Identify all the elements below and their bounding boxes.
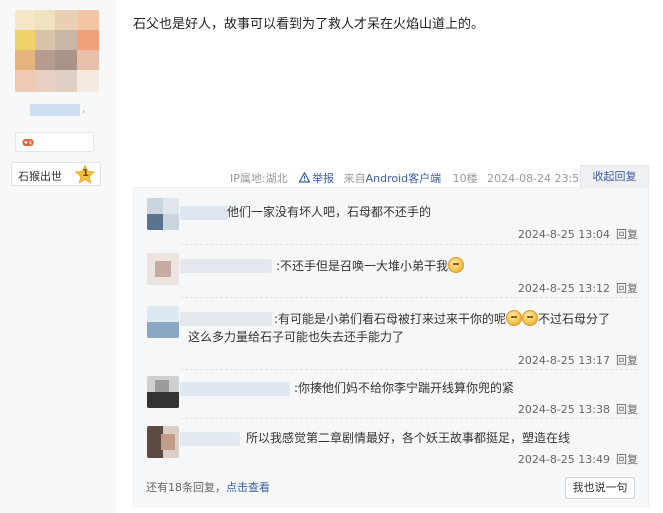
reply-time: 2024-8-25 13:12 — [517, 282, 610, 295]
reply-text: :不还手但是召唤一大堆小弟干我 — [276, 259, 449, 273]
reply-text-line: :不还手但是召唤一大堆小弟干我 — [276, 257, 465, 275]
reply-button[interactable]: 回复 — [616, 453, 638, 466]
add-reply-button[interactable]: 我也说一句 — [565, 477, 635, 499]
reply-username[interactable] — [180, 259, 272, 273]
more-replies: 还有18条回复，点击查看 — [146, 479, 270, 495]
reply-meta: 2024-8-25 13:38 回复 — [518, 401, 638, 417]
reply-avatar[interactable] — [147, 253, 179, 285]
reply-text: :有可能是小弟们看石母被打来过来干你的呢 — [274, 312, 507, 326]
reply-avatar[interactable] — [147, 376, 179, 408]
author-sidebar: , 石猴出世 1 — [0, 0, 115, 513]
reply-text: 所以我感觉第二章剧情最好，各个妖王故事都挺足，塑造在线 — [246, 431, 571, 445]
report-label: 举报 — [312, 172, 335, 185]
reply-username[interactable] — [180, 432, 240, 446]
reply-avatar[interactable] — [147, 198, 179, 230]
reply-divider — [180, 369, 638, 370]
ip-location: IP属地:湖北 — [230, 172, 288, 185]
reply-button[interactable]: 回复 — [616, 354, 638, 367]
reply-button[interactable]: 回复 — [616, 282, 638, 295]
reply-text: 他们一家没有坏人吧，石母都不还手的 — [227, 205, 432, 219]
reply-avatar[interactable] — [147, 306, 179, 338]
warning-icon — [299, 172, 311, 183]
client-link[interactable]: Android客户端 — [366, 170, 442, 186]
reply-divider — [180, 297, 638, 298]
reply-username[interactable] — [180, 382, 290, 396]
reply-time: 2024-8-25 13:17 — [517, 354, 610, 367]
author-level[interactable]: 石猴出世 1 — [11, 162, 101, 186]
level-name: 石猴出世 — [18, 170, 62, 183]
post-time: 2024-08-24 23:51 — [487, 171, 587, 185]
author-badge[interactable] — [15, 132, 94, 152]
smile-emoji-icon — [448, 257, 465, 273]
level-number: 1 — [82, 168, 89, 179]
reply-meta: 2024-8-25 13:17 回复 — [518, 352, 638, 368]
client-prefix: 来自 — [343, 172, 366, 185]
report-link[interactable]: 举报 — [299, 170, 334, 186]
reply-meta: 2024-8-25 13:49 回复 — [518, 451, 638, 467]
reply-time: 2024-8-25 13:04 — [517, 228, 610, 241]
reply-text-line: :有可能是小弟们看石母被打来过来干你的呢 不过石母分了 — [274, 310, 610, 328]
reply-meta: 2024-8-25 13:04 回复 — [518, 226, 638, 242]
smile-emoji-icon — [522, 310, 539, 326]
reply-avatar[interactable] — [147, 426, 179, 458]
reply-divider — [180, 244, 638, 245]
post-meta: IP属地:湖北 举报 来自Android客户端 10楼 2024-08-24 2… — [230, 170, 587, 186]
author-username[interactable] — [30, 104, 80, 116]
reply-text-continued: 不过石母分了 — [538, 312, 611, 326]
reply-time: 2024-8-25 13:49 — [517, 453, 610, 466]
reply-username[interactable] — [180, 206, 228, 220]
smile-emoji-icon — [506, 310, 523, 326]
reply-container: 他们一家没有坏人吧，石母都不还手的 2024-8-25 13:04 回复 :不还手… — [133, 187, 649, 507]
more-replies-count: 还有18条回复， — [146, 481, 226, 494]
author-avatar[interactable] — [15, 10, 99, 92]
reply-username[interactable] — [180, 312, 272, 326]
reply-meta: 2024-8-25 13:12 回复 — [518, 280, 638, 296]
username-suffix: , — [82, 104, 86, 115]
reply-button[interactable]: 回复 — [616, 403, 638, 416]
reply-divider — [180, 418, 638, 419]
post-content: 石父也是好人，故事可以看到为了救人才呆在火焰山道上的。 — [133, 17, 485, 32]
view-more-link[interactable]: 点击查看 — [226, 481, 270, 494]
reply-time: 2024-8-25 13:38 — [517, 403, 610, 416]
gamepad-icon — [22, 139, 34, 146]
reply-text: :你揍他们妈不给你李宁踹开线算你兜的紧 — [294, 381, 515, 395]
reply-button[interactable]: 回复 — [616, 228, 638, 241]
floor-number: 10楼 — [452, 172, 478, 185]
collapse-replies-button[interactable]: 收起回复 — [580, 165, 649, 187]
reply-text-line2: 这么多力量给石子可能也失去还手能力了 — [188, 330, 405, 344]
